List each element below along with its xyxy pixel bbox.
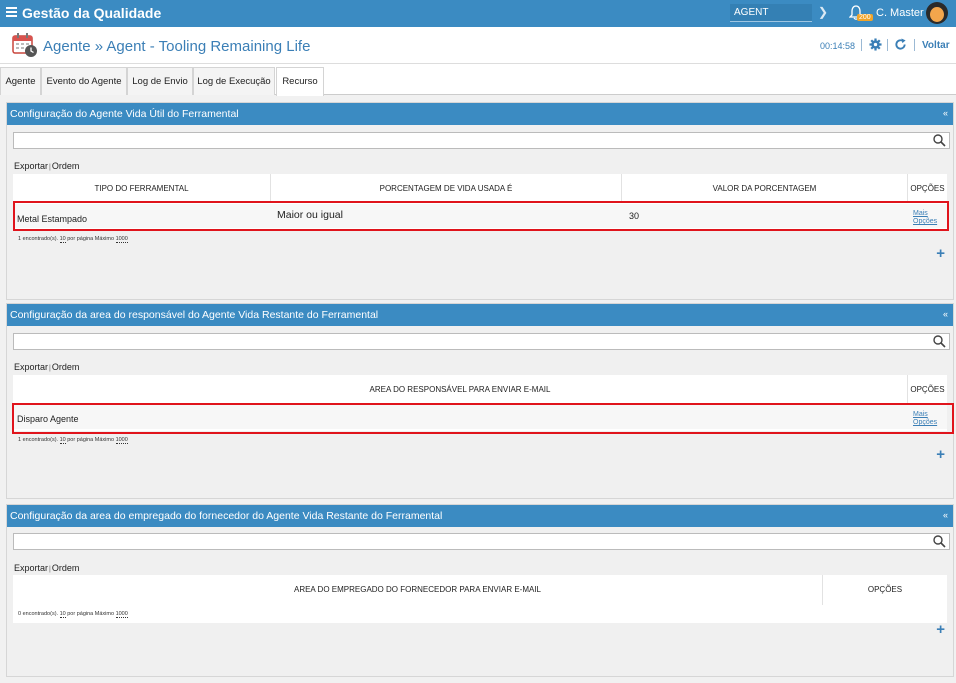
per-page-select[interactable]: 10: [59, 437, 66, 444]
page-header: Agente » Agent - Tooling Remaining Life …: [0, 27, 956, 64]
column-header: OPÇÕES: [867, 585, 903, 594]
toolbar-links: Exportar|Ordem: [14, 161, 79, 171]
search-icon[interactable]: [933, 335, 946, 348]
search-icon[interactable]: [933, 535, 946, 548]
tab-evento-do-agente[interactable]: Evento do Agente: [41, 67, 127, 95]
app-title: Gestão da Qualidade: [22, 5, 162, 21]
table-header: AREA DO EMPREGADO DO FORNECEDOR PARA ENV…: [13, 575, 947, 605]
column-header[interactable]: VALOR DA PORCENTAGEM: [622, 174, 908, 202]
column-header: OPÇÕES: [910, 385, 945, 394]
order-link[interactable]: Ordem: [52, 161, 80, 171]
panel-title-text: Configuração da area do empregado do for…: [10, 510, 443, 522]
tab-recurso[interactable]: Recurso: [276, 67, 324, 96]
export-link[interactable]: Exportar: [14, 161, 48, 171]
pagination-info: 1 encontrado(s). 10 por página Máximo 10…: [18, 437, 128, 444]
tab-agente[interactable]: Agente: [0, 67, 41, 95]
panel-area-empregado: Configuração da area do empregado do for…: [6, 504, 954, 677]
search-input[interactable]: [13, 533, 950, 550]
table-header: AREA DO RESPONSÁVEL PARA ENVIAR E-MAIL O…: [13, 375, 947, 403]
plus-icon[interactable]: +: [936, 245, 945, 262]
notification-badge: 200: [857, 14, 873, 21]
pagination-info: 1 encontrado(s). 10 por página Máximo 10…: [18, 236, 128, 243]
toolbar-links: Exportar|Ordem: [14, 362, 79, 372]
search-icon[interactable]: [933, 134, 946, 147]
column-header[interactable]: AREA DO RESPONSÁVEL PARA ENVIAR E-MAIL: [13, 375, 908, 403]
panel-area-responsavel: Configuração da area do responsável do A…: [6, 303, 954, 499]
export-link[interactable]: Exportar: [14, 563, 48, 573]
menu-icon[interactable]: [6, 7, 17, 17]
agent-selector[interactable]: AGENT: [730, 4, 812, 22]
plus-icon[interactable]: +: [936, 621, 945, 638]
max-value[interactable]: 1000: [115, 236, 128, 243]
user-name[interactable]: C. Master: [876, 7, 924, 19]
tab-log-de-envio[interactable]: Log de Envio: [127, 67, 193, 95]
pagination-info: 0 encontrado(s). 10 por página Máximo 10…: [18, 611, 128, 618]
per-page-select[interactable]: 10: [59, 611, 66, 618]
chevron-right-icon[interactable]: ❯: [818, 5, 828, 19]
data-table: AREA DO EMPREGADO DO FORNECEDOR PARA ENV…: [13, 575, 947, 623]
column-header[interactable]: AREA DO EMPREGADO DO FORNECEDOR PARA ENV…: [13, 575, 823, 605]
table-header: TIPO DO FERRAMENTAL PORCENTAGEM DE VIDA …: [13, 174, 947, 202]
divider: [887, 39, 888, 51]
toolbar-links: Exportar|Ordem: [14, 563, 79, 573]
collapse-icon[interactable]: «: [943, 309, 948, 319]
search-input[interactable]: [13, 333, 950, 350]
panel-title-text: Configuração da area do responsável do A…: [10, 309, 379, 321]
plus-icon[interactable]: +: [936, 446, 945, 463]
collapse-icon[interactable]: «: [943, 510, 948, 520]
refresh-icon[interactable]: [894, 38, 907, 51]
order-link[interactable]: Ordem: [52, 362, 80, 372]
max-value[interactable]: 1000: [115, 611, 128, 618]
column-header: OPÇÕES: [910, 184, 945, 193]
page-title: Agente » Agent - Tooling Remaining Life: [43, 38, 311, 55]
calendar-icon: [12, 33, 37, 57]
divider: [861, 39, 862, 51]
panel-title: Configuração do Agente Vida Útil do Ferr…: [7, 103, 953, 125]
max-value[interactable]: 1000: [115, 437, 128, 444]
panel-title: Configuração da area do empregado do for…: [7, 505, 953, 527]
separator: |: [49, 566, 51, 573]
export-link[interactable]: Exportar: [14, 362, 48, 372]
search-input[interactable]: [13, 132, 950, 149]
per-page-select[interactable]: 10: [59, 236, 66, 243]
separator: |: [49, 164, 51, 171]
highlight-box: [13, 201, 949, 231]
divider: [914, 39, 915, 51]
tab-log-de-execucao[interactable]: Log de Execução: [193, 67, 275, 95]
top-bar: Gestão da Qualidade AGENT ❯ 200 C. Maste…: [0, 0, 956, 27]
separator: |: [49, 365, 51, 372]
panel-vida-util: Configuração do Agente Vida Útil do Ferr…: [6, 102, 954, 300]
gear-icon[interactable]: [869, 38, 882, 51]
session-timer: 00:14:58: [820, 41, 856, 51]
column-header[interactable]: PORCENTAGEM DE VIDA USADA É: [271, 174, 622, 202]
highlight-box: [12, 403, 954, 434]
panel-title-text: Configuração do Agente Vida Útil do Ferr…: [10, 108, 239, 120]
back-link[interactable]: Voltar: [922, 40, 950, 51]
column-header[interactable]: TIPO DO FERRAMENTAL: [13, 174, 271, 202]
tab-bar: Agente Evento do Agente Log de Envio Log…: [0, 64, 956, 96]
avatar[interactable]: [926, 2, 948, 24]
panel-title: Configuração da area do responsável do A…: [7, 304, 953, 326]
collapse-icon[interactable]: «: [943, 108, 948, 118]
order-link[interactable]: Ordem: [52, 563, 80, 573]
